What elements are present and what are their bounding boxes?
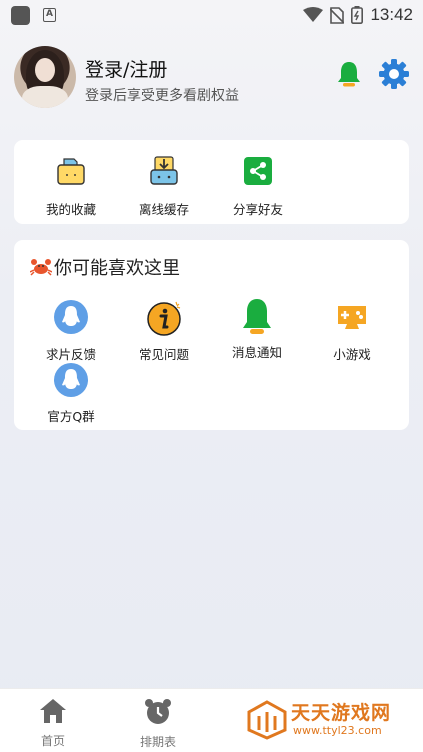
message-notice-label: 消息通知 (231, 345, 282, 360)
nav-home-label: 首页 (40, 734, 65, 748)
alarm-clock-icon (145, 699, 171, 724)
mini-games-button[interactable]: 小游戏 (306, 302, 398, 363)
login-register-link[interactable]: 登录/注册 (85, 55, 167, 82)
crab-icon (30, 259, 52, 276)
a-badge-icon: A (43, 8, 56, 22)
profile-header: 登录/注册 登录后享受更多看剧权益 (14, 46, 409, 110)
section-title: 你可能喜欢这里 (30, 254, 180, 280)
folder-icon (57, 158, 85, 185)
qq-penguin-icon (54, 300, 88, 334)
bell-icon (243, 299, 271, 334)
message-notice-button[interactable]: 消息通知 (211, 298, 303, 361)
faq-button[interactable]: 常见问题 (118, 300, 210, 363)
status-bar: A 13:42 (0, 0, 423, 30)
nav-schedule[interactable]: 排期表 (128, 698, 188, 750)
offline-cache-button[interactable]: 离线缓存 (118, 156, 210, 218)
wifi-icon (303, 7, 324, 22)
offline-cache-label: 离线缓存 (138, 202, 189, 217)
share-friends-button[interactable]: 分享好友 (212, 156, 304, 218)
download-icon (150, 156, 178, 185)
share-icon (244, 157, 272, 185)
clock: 13:42 (370, 5, 413, 24)
favorites-button[interactable]: 我的收藏 (25, 156, 117, 218)
watermark-url: www.ttyl23.com (293, 724, 382, 737)
battery-icon (351, 6, 364, 24)
recommend-card: 你可能喜欢这里 求片反馈 常见问题 消息通知 小游戏 官方Q群 (14, 240, 409, 430)
quick-actions-card: 我的收藏 离线缓存 分享好友 (14, 140, 409, 224)
share-friends-label: 分享好友 (232, 202, 283, 217)
login-hint: 登录后享受更多看剧权益 (85, 88, 239, 104)
official-qq-group-button[interactable]: 官方Q群 (25, 363, 117, 425)
movie-request-button[interactable]: 求片反馈 (25, 300, 117, 363)
nav-home[interactable]: 首页 (23, 698, 83, 749)
qq-penguin-icon (54, 363, 88, 397)
info-icon (147, 301, 181, 336)
mini-games-label: 小游戏 (333, 347, 371, 362)
favorites-label: 我的收藏 (45, 202, 96, 217)
nav-schedule-label: 排期表 (139, 735, 176, 749)
gamepad-icon (338, 306, 366, 329)
official-qq-group-label: 官方Q群 (47, 409, 95, 424)
watermark-title: 天天游戏网 (291, 702, 392, 724)
settings-gear-icon[interactable] (379, 59, 409, 89)
watermark-logo-icon (247, 700, 287, 740)
home-icon (40, 699, 66, 723)
notification-bell-icon[interactable] (336, 60, 362, 88)
avatar[interactable] (14, 46, 76, 108)
watermark: 天天游戏网 www.ttyl23.com (247, 698, 417, 742)
no-sim-icon (330, 6, 345, 24)
section-title-text: 你可能喜欢这里 (54, 258, 180, 279)
movie-request-label: 求片反馈 (45, 347, 96, 362)
bottom-nav: 首页 排期表 天天游戏网 www.ttyl23.com (0, 688, 423, 752)
faq-label: 常见问题 (138, 347, 189, 362)
app-notification-icon (11, 6, 30, 25)
